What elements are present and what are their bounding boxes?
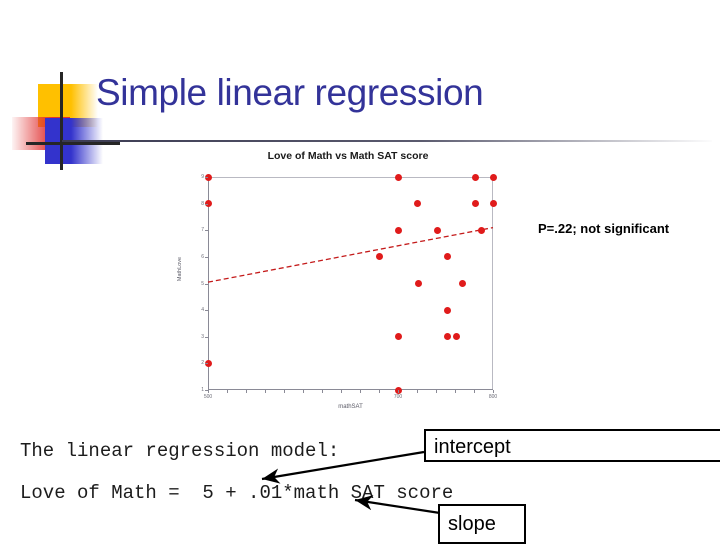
x-axis-tick-mark	[398, 390, 399, 393]
scatter-plot: Love of Math vs Math SAT score 1 2 3 4 5 6 7 8 9…	[177, 148, 514, 420]
y-axis-tick-label: 2	[201, 360, 204, 367]
y-axis-tick-label: 8	[201, 200, 204, 207]
x-axis-tick-mark	[417, 390, 418, 393]
x-axis-tick-mark	[341, 390, 342, 393]
intercept-callout: intercept	[424, 429, 720, 462]
pvalue-annotation: P=.22; not significant	[538, 221, 670, 236]
data-point	[394, 333, 402, 341]
data-point	[489, 173, 497, 181]
x-axis-tick-mark	[379, 390, 380, 393]
x-axis-tick-mark	[322, 390, 323, 393]
y-axis-tick-mark	[205, 283, 208, 285]
data-point	[375, 253, 383, 261]
data-point	[478, 226, 486, 234]
x-axis-tick-mark	[360, 390, 361, 393]
data-point	[394, 226, 402, 234]
y-axis-tick-mark	[205, 177, 208, 178]
x-axis-tick-label: 800	[488, 394, 498, 400]
x-axis-label: mathSAT	[338, 404, 363, 410]
y-axis-tick-mark	[205, 336, 208, 338]
logo-crosshair-vertical	[60, 72, 63, 170]
y-axis-tick-label: 1	[201, 387, 204, 393]
x-axis-tick-mark	[436, 390, 437, 393]
y-axis-tick-label: 7	[201, 227, 204, 234]
x-axis-tick-mark	[455, 390, 456, 393]
model-intro-text: The linear regression model:	[20, 440, 340, 462]
slide-header: Simple linear regression	[0, 0, 720, 170]
x-axis-tick-label: 700	[393, 394, 403, 400]
regression-line-layer	[207, 226, 494, 283]
x-axis-tick-label: 500	[203, 394, 213, 400]
x-axis-tick-mark	[284, 390, 285, 393]
page-title: Simple linear regression	[96, 72, 484, 113]
chart-title: Love of Math vs Math SAT score	[267, 150, 429, 162]
y-axis-tick-mark	[205, 310, 208, 312]
regression-equation-text: Love of Math = 5 + .01*math SAT score	[20, 482, 454, 504]
x-axis-tick-mark	[493, 390, 494, 393]
y-axis-tick-label: 6	[201, 253, 204, 260]
x-axis-tick-mark	[246, 390, 247, 393]
y-axis-tick-label: 9	[201, 174, 204, 180]
y-axis-tick-label: 4	[201, 307, 204, 314]
y-axis-label: MathLove	[177, 256, 184, 282]
x-axis-tick-mark	[208, 390, 209, 393]
y-axis-tick-mark	[205, 230, 208, 232]
slope-callout: slope	[438, 504, 526, 544]
y-axis-tick-label: 3	[201, 333, 204, 340]
data-point	[472, 173, 480, 181]
data-point	[394, 173, 402, 181]
y-axis-tick-mark	[205, 256, 208, 258]
y-axis-tick-mark	[205, 363, 208, 365]
title-divider	[62, 140, 712, 142]
data-point	[413, 200, 421, 208]
x-axis-tick-mark	[303, 390, 304, 393]
data-point	[443, 306, 451, 314]
data-point	[489, 200, 497, 208]
y-axis-tick-mark	[205, 203, 208, 205]
y-axis-tick-label: 5	[201, 280, 204, 287]
x-axis-tick-mark	[227, 390, 228, 393]
x-axis-tick-mark	[474, 390, 475, 393]
logo-crosshair-horizontal	[26, 142, 120, 145]
x-axis-tick-mark	[265, 390, 266, 393]
